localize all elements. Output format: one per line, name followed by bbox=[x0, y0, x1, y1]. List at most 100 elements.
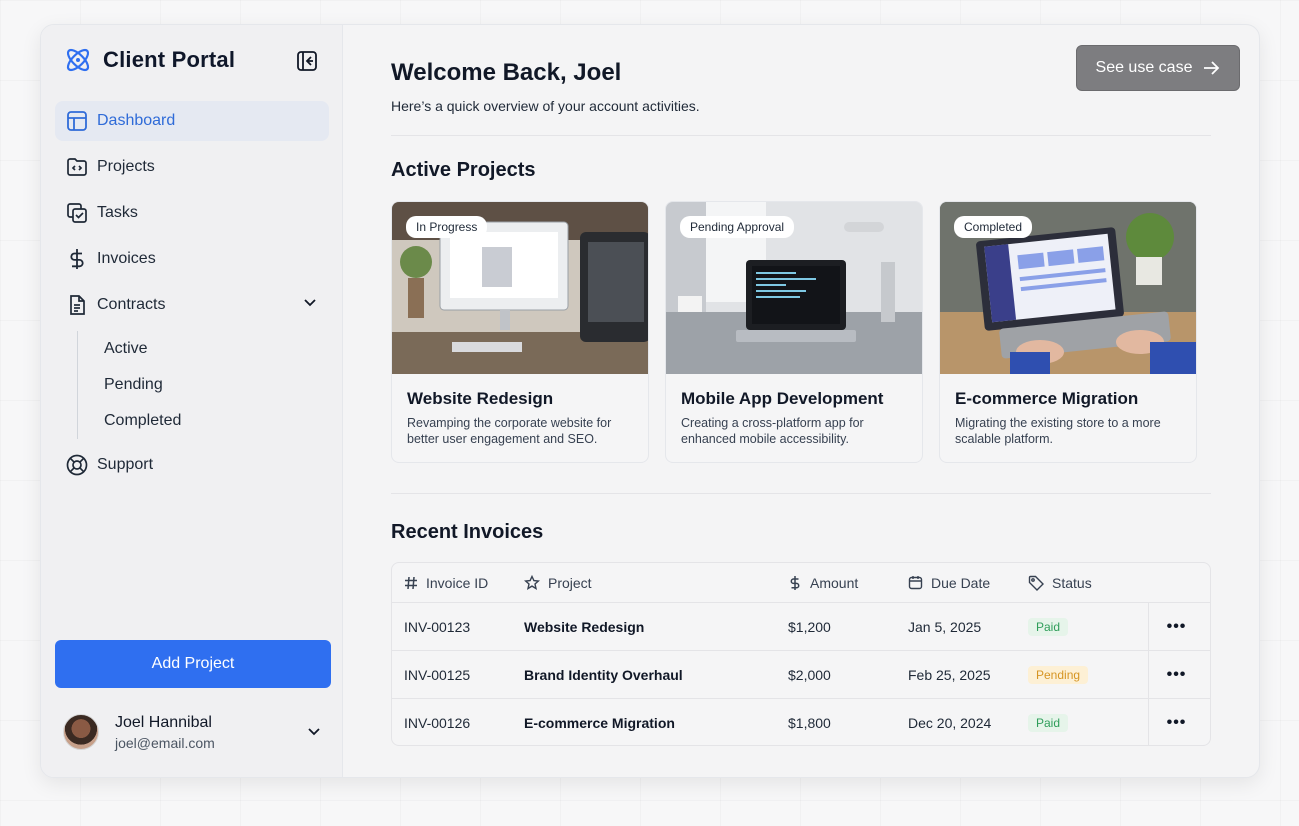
status-cell: Paid bbox=[1028, 714, 1148, 732]
invoice-id: INV-00123 bbox=[404, 618, 471, 635]
project-card[interactable]: Pending Approval Mobile App Development … bbox=[665, 201, 923, 463]
table-row[interactable]: INV-00123 Website Redesign $1,200 Jan 5,… bbox=[392, 603, 1210, 651]
column-header-label: Invoice ID bbox=[426, 574, 489, 591]
invoice-due-date: Feb 25, 2025 bbox=[908, 666, 991, 683]
status-cell: Pending bbox=[1028, 665, 1148, 684]
lifebuoy-icon bbox=[65, 453, 89, 477]
star-icon bbox=[524, 574, 540, 591]
project-description: Migrating the existing store to a more s… bbox=[955, 416, 1161, 446]
project-image: Pending Approval bbox=[666, 202, 922, 374]
invoice-project: E-commerce Migration bbox=[524, 715, 675, 731]
contracts-subnav: Active Pending Completed bbox=[77, 331, 329, 439]
layout-icon bbox=[65, 109, 89, 133]
brand[interactable]: Client Portal bbox=[63, 45, 235, 75]
dollar-icon bbox=[788, 575, 802, 591]
sidebar-item-label: Support bbox=[97, 456, 154, 473]
status-badge: In Progress bbox=[406, 216, 488, 238]
invoice-project: Website Redesign bbox=[524, 618, 645, 635]
invoice-due-date: Jan 5, 2025 bbox=[908, 618, 982, 635]
sidebar-item-label: Contracts bbox=[97, 296, 166, 313]
status-badge: Paid bbox=[1028, 714, 1069, 732]
column-header-label: Due Date bbox=[931, 574, 991, 591]
sidebar-nav: Dashboard Projects Tasks Invoices Contra… bbox=[55, 101, 329, 491]
sidebar-item-contracts[interactable]: Contracts bbox=[55, 285, 329, 325]
project-cards: In Progress Website Redesign Revamping t… bbox=[391, 201, 1213, 463]
arrow-right-icon bbox=[1202, 59, 1220, 77]
project-title: E-commerce Migration bbox=[955, 389, 1139, 408]
project-card[interactable]: Completed E-commerce Migration Migrating… bbox=[939, 201, 1197, 463]
user-email: joel@email.com bbox=[115, 734, 215, 751]
sidebar-collapse-icon bbox=[296, 50, 318, 72]
invoice-amount: $1,200 bbox=[788, 618, 831, 635]
add-project-button[interactable]: Add Project bbox=[55, 640, 331, 688]
see-use-case-label: See use case bbox=[1095, 59, 1193, 76]
status-cell: Paid bbox=[1028, 617, 1148, 636]
atom-logo-icon bbox=[63, 45, 93, 75]
column-header-invoice-id[interactable]: Invoice ID bbox=[392, 575, 512, 591]
avatar bbox=[63, 714, 99, 750]
sidebar-item-tasks[interactable]: Tasks bbox=[55, 193, 329, 233]
project-description: Revamping the corporate website for bett… bbox=[407, 416, 612, 446]
row-actions-button[interactable]: ••• bbox=[1148, 699, 1204, 745]
section-title-invoices: Recent Invoices bbox=[391, 521, 544, 543]
status-badge: Completed bbox=[954, 216, 1033, 238]
tasks-icon bbox=[65, 201, 89, 225]
sidebar-item-label: Projects bbox=[97, 158, 155, 175]
tag-icon bbox=[1028, 575, 1044, 591]
user-name: Joel Hannibal bbox=[115, 713, 212, 731]
table-row[interactable]: INV-00126 E-commerce Migration $1,800 De… bbox=[392, 699, 1210, 745]
sidebar-item-support[interactable]: Support bbox=[55, 445, 329, 485]
project-image: In Progress bbox=[392, 202, 648, 374]
invoice-due-date: Dec 20, 2024 bbox=[908, 715, 992, 731]
user-menu[interactable]: Joel Hannibal joel@email.com bbox=[63, 710, 323, 754]
invoice-id: INV-00126 bbox=[404, 715, 471, 731]
table-row[interactable]: INV-00125 Brand Identity Overhaul $2,000… bbox=[392, 651, 1210, 699]
divider bbox=[391, 135, 1211, 136]
column-header-status[interactable]: Status bbox=[1028, 575, 1148, 591]
sidebar: Client Portal Dashboard Projects Tasks I… bbox=[41, 25, 343, 777]
project-title: Website Redesign bbox=[407, 389, 554, 408]
row-actions-button[interactable]: ••• bbox=[1148, 603, 1204, 650]
column-header-amount[interactable]: Amount bbox=[788, 575, 908, 591]
sidebar-item-label: Tasks bbox=[97, 204, 138, 221]
more-icon: ••• bbox=[1166, 714, 1187, 731]
brand-title: Client Portal bbox=[103, 47, 236, 72]
more-icon: ••• bbox=[1166, 617, 1187, 635]
subnav-item-completed[interactable]: Completed bbox=[104, 403, 329, 439]
main-content: Welcome Back, Joel Here’s a quick overvi… bbox=[343, 25, 1259, 777]
row-actions-button[interactable]: ••• bbox=[1148, 651, 1204, 698]
project-card[interactable]: In Progress Website Redesign Revamping t… bbox=[391, 201, 649, 463]
column-header-label: Amount bbox=[810, 574, 859, 591]
table-header: Invoice ID Project Amount Due Date Statu… bbox=[392, 563, 1210, 603]
sidebar-item-projects[interactable]: Projects bbox=[55, 147, 329, 187]
sidebar-item-invoices[interactable]: Invoices bbox=[55, 239, 329, 279]
column-header-label: Project bbox=[548, 574, 592, 591]
sidebar-item-label: Invoices bbox=[97, 250, 156, 267]
subnav-item-pending[interactable]: Pending bbox=[104, 367, 329, 403]
collapse-sidebar-button[interactable] bbox=[295, 49, 319, 73]
chevron-down-icon bbox=[301, 293, 319, 311]
document-icon bbox=[65, 293, 89, 317]
invoice-project: Brand Identity Overhaul bbox=[524, 666, 683, 683]
column-header-project[interactable]: Project bbox=[512, 574, 788, 591]
divider bbox=[391, 493, 1211, 494]
chevron-down-icon[interactable] bbox=[305, 722, 323, 740]
invoice-amount: $1,800 bbox=[788, 715, 831, 731]
status-badge: Pending Approval bbox=[680, 216, 795, 238]
section-title-projects: Active Projects bbox=[391, 159, 536, 181]
user-info: Joel Hannibal joel@email.com bbox=[115, 714, 215, 751]
page-subtitle: Here’s a quick overview of your account … bbox=[391, 98, 700, 114]
project-image: Completed bbox=[940, 202, 1196, 374]
folder-code-icon bbox=[65, 155, 89, 179]
sidebar-item-dashboard[interactable]: Dashboard bbox=[55, 101, 329, 141]
column-header-due-date[interactable]: Due Date bbox=[908, 575, 1028, 591]
status-badge: Paid bbox=[1028, 617, 1069, 636]
see-use-case-button[interactable]: See use case bbox=[1076, 45, 1240, 91]
sidebar-item-label: Dashboard bbox=[97, 112, 176, 129]
subnav-item-active[interactable]: Active bbox=[104, 331, 329, 367]
invoice-amount: $2,000 bbox=[788, 666, 831, 683]
invoices-table: Invoice ID Project Amount Due Date Statu… bbox=[391, 562, 1211, 746]
hash-icon bbox=[404, 576, 418, 590]
project-title: Mobile App Development bbox=[681, 389, 884, 408]
app-window: Client Portal Dashboard Projects Tasks I… bbox=[40, 24, 1260, 778]
